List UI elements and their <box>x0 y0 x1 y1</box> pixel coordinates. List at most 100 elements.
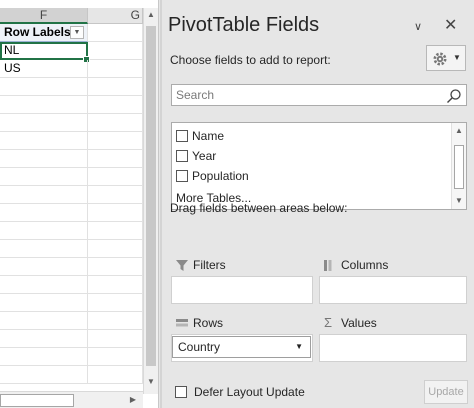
pivot-row-labels-header[interactable]: Row Labels ▼ <box>0 24 88 42</box>
cell[interactable] <box>88 60 143 78</box>
cell[interactable] <box>88 366 143 384</box>
cell[interactable] <box>0 312 88 330</box>
scroll-up-icon[interactable]: ▲ <box>144 8 158 22</box>
table-row <box>0 276 143 294</box>
scroll-down-icon[interactable]: ▼ <box>452 194 466 208</box>
scroll-right-icon[interactable]: ▶ <box>126 393 140 407</box>
cell[interactable] <box>88 330 143 348</box>
table-row <box>0 240 143 258</box>
cell[interactable] <box>88 24 143 42</box>
search-placeholder: Search <box>176 88 215 102</box>
table-row <box>0 132 143 150</box>
vertical-scrollbar[interactable]: ▲ ▼ <box>143 8 158 394</box>
spreadsheet-grid: F G Row Labels ▼ NL US ▲ ▼ ▶ <box>0 0 158 408</box>
field-checkbox[interactable] <box>176 150 188 162</box>
row-labels-text: Row Labels <box>4 25 71 39</box>
table-row <box>0 258 143 276</box>
horizontal-scrollbar[interactable]: ▶ <box>0 391 143 408</box>
table-row <box>0 312 143 330</box>
cell[interactable] <box>0 348 88 366</box>
cell[interactable] <box>88 42 143 60</box>
pane-resize-handle[interactable] <box>160 0 162 408</box>
cell[interactable] <box>88 294 143 312</box>
cell[interactable] <box>0 204 88 222</box>
cell[interactable] <box>88 258 143 276</box>
cell[interactable] <box>88 222 143 240</box>
table-row <box>0 204 143 222</box>
scrollbar-thumb[interactable] <box>146 26 156 366</box>
search-input[interactable]: Search <box>171 84 467 106</box>
tools-button[interactable]: ▼ <box>426 45 466 71</box>
table-row <box>0 78 143 96</box>
cell[interactable] <box>0 222 88 240</box>
cell[interactable] <box>0 240 88 258</box>
cell-nl[interactable]: NL <box>0 42 90 63</box>
defer-checkbox[interactable] <box>175 386 187 398</box>
drag-fields-label: Drag fields between areas below: <box>170 201 348 215</box>
cell[interactable] <box>88 114 143 132</box>
cell[interactable] <box>88 312 143 330</box>
field-list-scrollbar[interactable]: ▲ ▼ <box>451 123 466 209</box>
field-checkbox[interactable] <box>176 130 188 142</box>
table-row <box>0 294 143 312</box>
sigma-icon: Σ <box>324 315 333 330</box>
cell[interactable] <box>0 276 88 294</box>
cell[interactable] <box>0 150 88 168</box>
cell[interactable] <box>88 348 143 366</box>
table-row <box>0 348 143 366</box>
field-checkbox[interactable] <box>176 170 188 182</box>
table-row <box>0 114 143 132</box>
scroll-up-icon[interactable]: ▲ <box>452 124 466 138</box>
table-row <box>0 366 143 384</box>
table-row <box>0 186 143 204</box>
field-list: Name Year Population More Tables... ▲ ▼ <box>171 122 467 210</box>
filter-icon <box>176 260 188 271</box>
search-icon[interactable] <box>446 88 462 104</box>
gear-icon <box>433 52 447 66</box>
cell[interactable] <box>88 186 143 204</box>
cell[interactable] <box>88 204 143 222</box>
close-icon[interactable]: ✕ <box>444 15 457 35</box>
cell[interactable] <box>0 294 88 312</box>
scroll-down-icon[interactable]: ▼ <box>144 375 158 389</box>
cell[interactable] <box>0 330 88 348</box>
cell[interactable] <box>0 78 88 96</box>
pane-title: PivotTable Fields <box>168 14 320 36</box>
choose-fields-label: Choose fields to add to report: <box>170 53 331 67</box>
cell[interactable] <box>0 132 88 150</box>
chevron-down-icon[interactable]: ▼ <box>295 337 303 357</box>
rows-icon <box>176 319 188 327</box>
cell[interactable] <box>88 240 143 258</box>
table-row: Row Labels ▼ <box>0 24 143 42</box>
scrollbar-thumb[interactable] <box>454 145 464 189</box>
columns-drop-area[interactable] <box>319 276 467 304</box>
cell-us[interactable]: US <box>0 60 88 78</box>
values-drop-area[interactable] <box>319 334 467 362</box>
cell[interactable] <box>0 96 88 114</box>
table-row: NL <box>0 42 143 63</box>
country-row-field[interactable]: Country ▼ <box>172 336 311 358</box>
cell[interactable] <box>0 114 88 132</box>
cell[interactable] <box>88 276 143 294</box>
cell[interactable] <box>0 258 88 276</box>
scrollbar-thumb[interactable] <box>0 394 74 407</box>
table-row <box>0 150 143 168</box>
chevron-down-icon[interactable]: ∨ <box>414 20 422 33</box>
filters-drop-area[interactable] <box>171 276 313 304</box>
cell[interactable] <box>0 366 88 384</box>
cell[interactable] <box>88 168 143 186</box>
cell[interactable] <box>88 78 143 96</box>
column-header-f[interactable]: F <box>0 8 88 24</box>
cell[interactable] <box>88 132 143 150</box>
columns-icon <box>324 260 332 271</box>
table-row <box>0 330 143 348</box>
filter-dropdown-icon[interactable]: ▼ <box>70 26 84 39</box>
cell[interactable] <box>88 150 143 168</box>
cell[interactable] <box>88 96 143 114</box>
table-row <box>0 96 143 114</box>
cell[interactable] <box>0 168 88 186</box>
column-header-g[interactable]: G <box>88 8 143 24</box>
cell[interactable] <box>0 186 88 204</box>
update-button[interactable]: Update <box>424 380 468 404</box>
pivottable-fields-pane: PivotTable Fields ∨ ✕ Choose fields to a… <box>158 0 474 408</box>
